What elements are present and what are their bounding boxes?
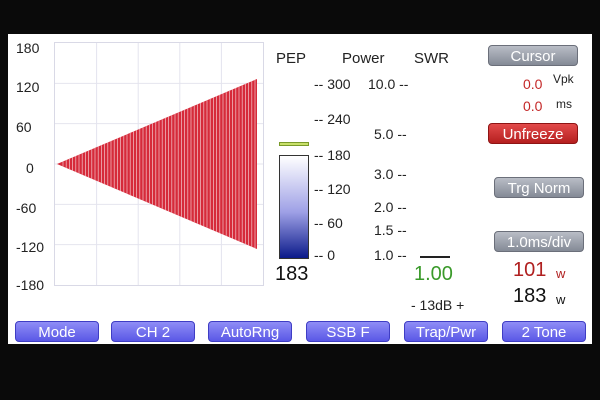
- swr-value: 1.00: [414, 263, 453, 285]
- autorange-button[interactable]: AutoRng: [208, 321, 292, 342]
- y-tick-label: -180: [16, 277, 45, 293]
- swr-header: SWR: [414, 50, 449, 67]
- peak-power-value: 183: [513, 285, 547, 307]
- two-tone-envelope: [57, 79, 257, 249]
- y-tick-label: -60: [16, 200, 37, 216]
- swr-scale-label: 5.0 --: [374, 126, 407, 142]
- peak-power-unit: w: [556, 292, 566, 307]
- y-tick-label: 120: [16, 79, 40, 95]
- avg-power-unit: w: [556, 266, 566, 281]
- oscilloscope-plot[interactable]: [54, 42, 264, 286]
- mode-button[interactable]: Mode: [15, 321, 99, 342]
- pep-bargraph: [279, 155, 309, 259]
- ms-unit: ms: [556, 97, 572, 111]
- avg-power-value: 101: [513, 259, 547, 281]
- swr-scale-label: 1.5 --: [374, 222, 407, 238]
- swr-scale-label: 2.0 --: [374, 199, 407, 215]
- power-header: Power: [342, 50, 385, 67]
- unfreeze-button[interactable]: Unfreeze: [488, 123, 578, 144]
- swr-scale-label: 3.0 --: [374, 166, 407, 182]
- swr-scale-label: 10.0 --: [368, 76, 409, 92]
- pep-peak-marker: [279, 142, 309, 146]
- power-scale-label: -- 240: [314, 111, 351, 127]
- scope-trace: [55, 43, 263, 285]
- ms-value: 0.0: [523, 98, 543, 114]
- ssb-filter-button[interactable]: SSB F: [306, 321, 390, 342]
- swr-pointer: [420, 256, 450, 258]
- y-tick-label: 60: [16, 119, 32, 135]
- pep-header: PEP: [276, 50, 307, 67]
- swr-scale-label: 1.0 --: [374, 247, 407, 263]
- power-scale-label: -- 120: [314, 181, 351, 197]
- channel-button[interactable]: CH 2: [111, 321, 195, 342]
- vpk-unit: Vpk: [553, 72, 574, 86]
- pep-value: 183: [275, 263, 309, 285]
- power-scale-label: -- 180: [314, 147, 351, 163]
- y-tick-label: -120: [16, 239, 45, 255]
- trigger-button[interactable]: Trg Norm: [494, 177, 584, 198]
- vpk-value: 0.0: [523, 76, 543, 92]
- trap-power-button[interactable]: Trap/Pwr: [404, 321, 488, 342]
- two-tone-button[interactable]: 2 Tone: [502, 321, 586, 342]
- attenuation-readout: - 13dB +: [411, 297, 465, 313]
- power-scale-label: -- 0: [314, 247, 335, 263]
- timebase-button[interactable]: 1.0ms/div: [494, 231, 584, 252]
- power-scale-label: -- 300: [314, 76, 351, 92]
- cursor-button[interactable]: Cursor: [488, 45, 578, 66]
- y-tick-label: 180: [16, 40, 40, 56]
- power-scale-label: -- 60: [314, 215, 343, 231]
